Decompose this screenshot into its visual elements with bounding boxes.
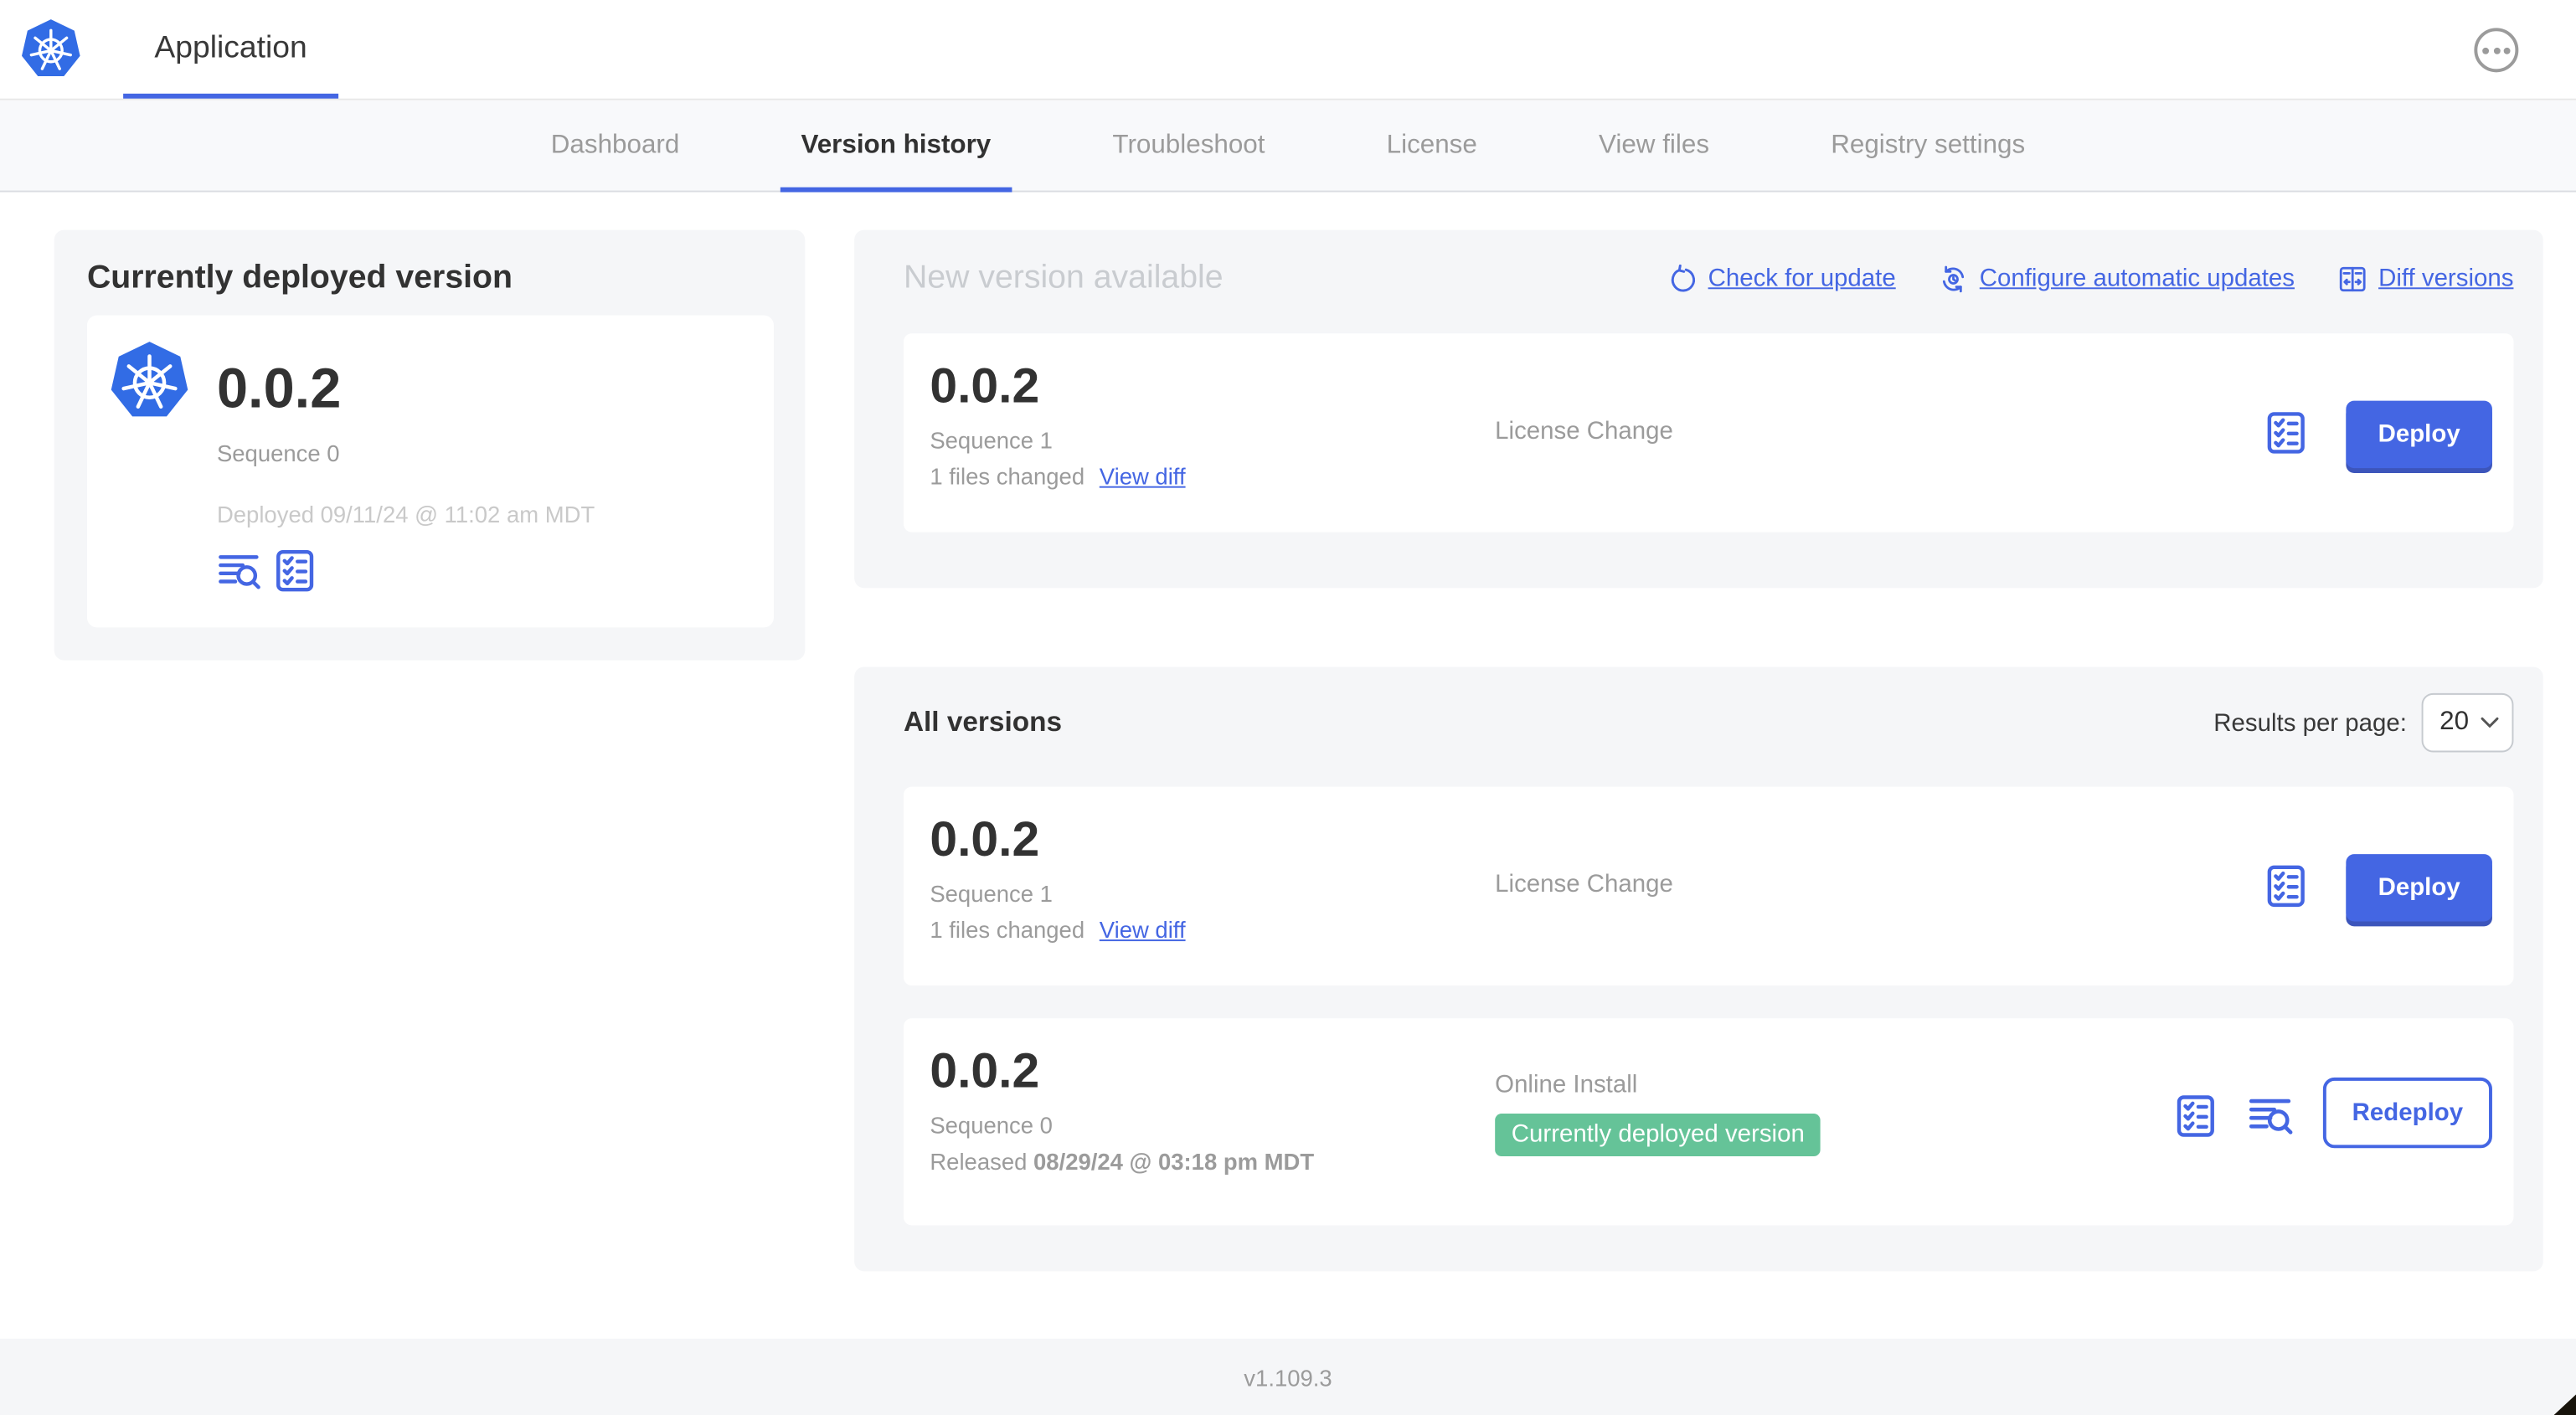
page: Application Dashboard Version history Tr…: [0, 0, 2576, 1415]
refresh-icon: [1671, 263, 1695, 291]
row-version-label: 0.0.2: [930, 1044, 1040, 1099]
app-tab-label: Application: [154, 31, 307, 66]
results-per-page-select[interactable]: 20: [2421, 692, 2514, 753]
chevron-down-icon: [2481, 717, 2499, 728]
version-row: 0.0.2 Sequence 1 1 files changed View di…: [903, 786, 2514, 986]
version-source-label: License Change: [1495, 417, 1673, 445]
tab-troubleshoot[interactable]: Troubleshoot: [1091, 100, 1286, 193]
view-diff-link[interactable]: View diff: [1100, 463, 1186, 489]
app-header: Application: [0, 0, 2576, 100]
tab-view-files[interactable]: View files: [1578, 100, 1731, 193]
currently-deployed-badge: Currently deployed version: [1495, 1114, 1821, 1157]
tab-dashboard[interactable]: Dashboard: [529, 100, 701, 193]
currently-deployed-panel: Currently deployed version 0.0.2 Sequenc…: [54, 229, 806, 661]
all-versions-title: All versions: [903, 706, 1063, 738]
preflight-checks-icon[interactable]: [2264, 410, 2308, 455]
ellipsis-menu-button[interactable]: [2474, 28, 2519, 73]
released-timestamp: Released 08/29/24 @ 03:18 pm MDT: [930, 1148, 1315, 1175]
row-sequence-label: Sequence 1: [930, 427, 1053, 454]
view-logs-icon[interactable]: [2248, 1093, 2294, 1139]
check-for-update-link[interactable]: Check for update: [1667, 263, 1896, 293]
tab-registry-settings[interactable]: Registry settings: [1810, 100, 2047, 193]
auto-update-icon: [1942, 265, 1964, 292]
tab-license[interactable]: License: [1365, 100, 1498, 193]
new-version-panel: New version available Check for update C…: [854, 229, 2543, 589]
app-tab[interactable]: Application: [123, 0, 339, 99]
preflight-checks-icon[interactable]: [273, 548, 317, 593]
deployed-timestamp: Deployed 09/11/24 @ 11:02 am MDT: [216, 501, 595, 527]
deploy-button[interactable]: Deploy: [2346, 400, 2492, 469]
results-per-page-label: Results per page:: [2213, 708, 2407, 737]
row-version-label: 0.0.2: [930, 359, 1040, 414]
currently-deployed-title: Currently deployed version: [86, 259, 513, 296]
all-versions-panel: All versions Results per page: 20 0.0.2 …: [854, 666, 2543, 1272]
row-sequence-label: Sequence 1: [930, 880, 1053, 907]
view-logs-icon[interactable]: [217, 548, 261, 593]
files-changed-label: 1 files changed: [930, 463, 1085, 490]
console-version-label: v1.109.3: [1244, 1364, 1332, 1391]
ellipsis-icon: [2482, 46, 2490, 54]
tab-version-history[interactable]: Version history: [779, 100, 1012, 193]
version-source-label: License Change: [1495, 870, 1673, 899]
currently-deployed-card: 0.0.2 Sequence 0 Deployed 09/11/24 @ 11:…: [86, 315, 774, 628]
view-diff-link[interactable]: View diff: [1100, 917, 1186, 943]
files-changed-label: 1 files changed: [930, 916, 1085, 944]
kubernetes-logo-icon: [20, 18, 83, 81]
diff-versions-link[interactable]: Diff versions: [2337, 264, 2513, 293]
new-version-card: 0.0.2 Sequence 1 1 files changed View di…: [903, 333, 2514, 533]
preflight-checks-icon[interactable]: [2264, 864, 2308, 908]
deployed-version-label: 0.0.2: [216, 358, 342, 421]
deploy-button[interactable]: Deploy: [2346, 854, 2492, 922]
preflight-checks-icon[interactable]: [2173, 1093, 2218, 1138]
kubernetes-app-icon: [108, 340, 190, 422]
app-tab-active-underline: [123, 93, 339, 99]
version-row: 0.0.2 Sequence 0 Released 08/29/24 @ 03:…: [903, 1018, 2514, 1226]
new-version-title: New version available: [903, 259, 1224, 296]
redeploy-button[interactable]: Redeploy: [2322, 1077, 2492, 1149]
configure-automatic-updates-link[interactable]: Configure automatic updates: [1939, 264, 2295, 293]
deployed-sequence-label: Sequence 0: [216, 440, 340, 467]
row-version-label: 0.0.2: [930, 813, 1040, 867]
page-nav: Dashboard Version history Troubleshoot L…: [0, 100, 2576, 193]
app-footer: v1.109.3: [0, 1338, 2576, 1415]
version-source-label: Online Install: [1495, 1071, 1638, 1099]
row-sequence-label: Sequence 0: [930, 1112, 1053, 1139]
diff-icon: [2339, 265, 2366, 291]
